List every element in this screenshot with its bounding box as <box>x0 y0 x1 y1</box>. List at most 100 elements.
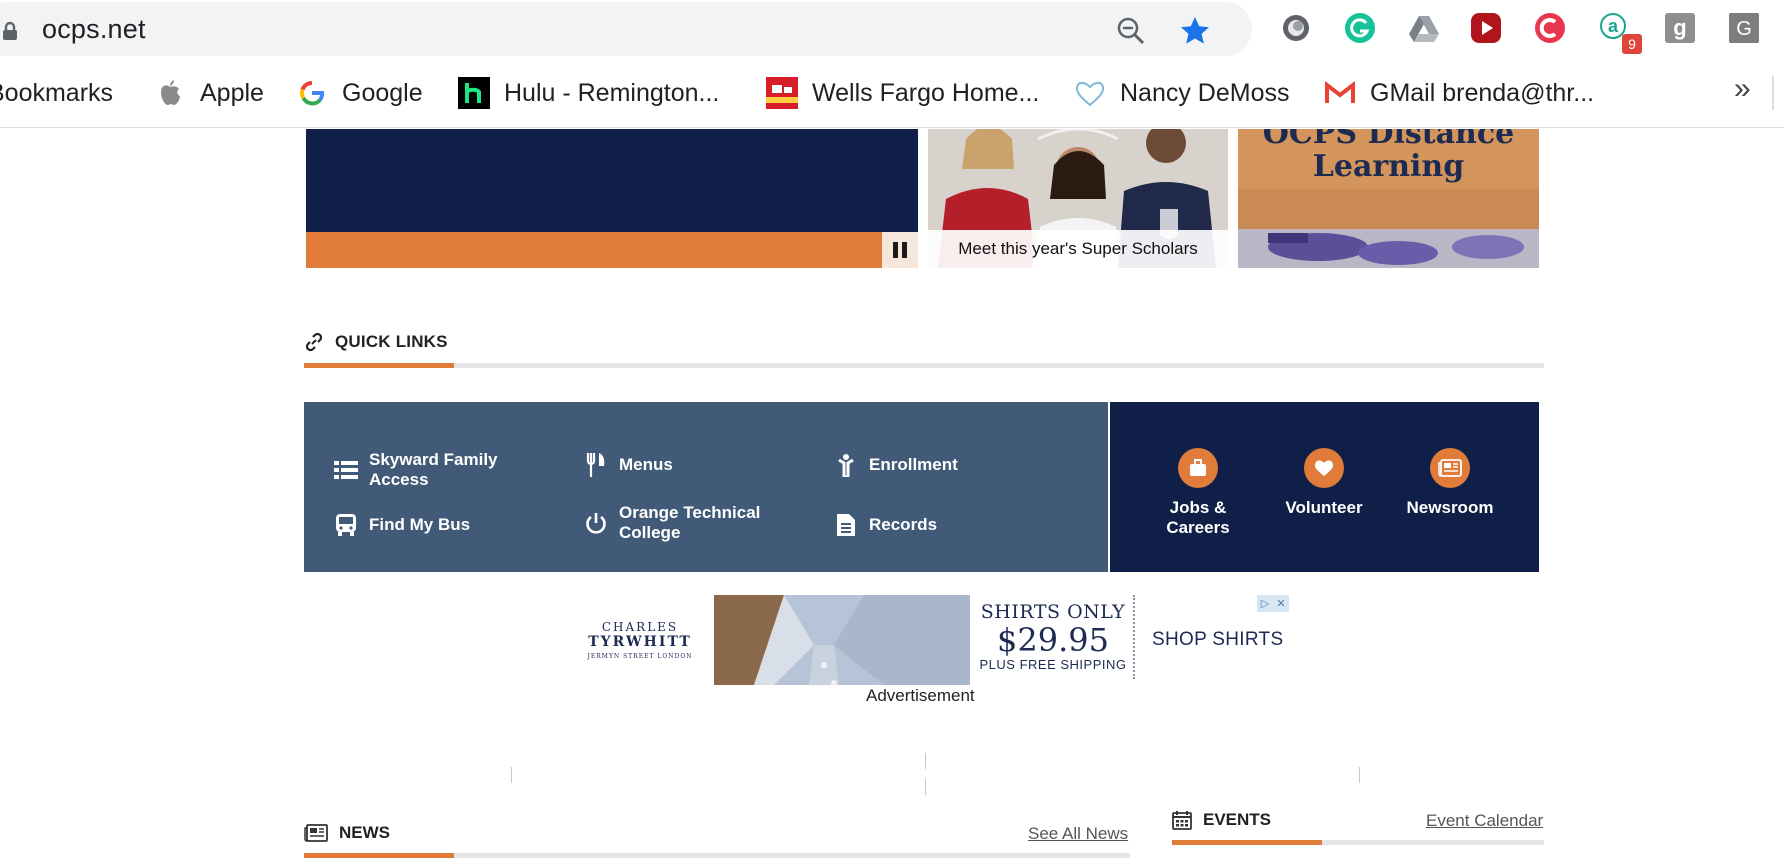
lock-icon <box>3 21 17 40</box>
list-icon <box>334 458 358 482</box>
ad-choices[interactable]: ▷ ✕ <box>1257 595 1289 612</box>
quick-link-records[interactable]: Records <box>834 513 937 537</box>
events-title: EVENTS <box>1203 810 1272 829</box>
super-scholars-card[interactable]: Meet this year's Super Scholars <box>928 129 1228 268</box>
news-title: NEWS <box>339 823 390 842</box>
distance-learning-card[interactable]: OCPS Distance Learning <box>1238 129 1539 268</box>
ad-brand-line1: CHARLES <box>601 620 679 634</box>
heart-icon <box>1304 448 1344 488</box>
quick-link-label: Skyward Family Access <box>369 450 498 489</box>
quick-link-menus[interactable]: Menus <box>584 453 673 477</box>
divider-tick <box>1359 767 1360 783</box>
quick-link-enrollment[interactable]: Enrollment <box>834 453 958 477</box>
bookmark-bookmarks[interactable]: Bookmarks <box>0 76 113 110</box>
ad-close-icon[interactable]: ✕ <box>1273 595 1289 612</box>
bookmark-apple[interactable]: Apple <box>154 76 264 110</box>
svg-text:G: G <box>1736 18 1752 40</box>
advertisement-banner[interactable]: CHARLES TYRWHITT JERMYN STREET LONDON SH… <box>565 595 1289 685</box>
distance-learning-title: OCPS Distance Learning <box>1262 129 1515 184</box>
heart-icon <box>1074 77 1106 109</box>
bookmark-nancy-demoss[interactable]: Nancy DeMoss <box>1074 76 1290 110</box>
pause-bar-left <box>893 242 898 258</box>
quick-links-title: QUICK LINKS <box>335 332 448 351</box>
quick-link-label: Menus <box>619 455 673 474</box>
bookmarks-bar: Bookmarks Apple Google Hulu - Remington.… <box>0 58 1784 128</box>
bookmark-label: Google <box>342 78 423 107</box>
youtube-extension-icon[interactable] <box>1470 12 1502 44</box>
featured-link-jobs-careers[interactable]: Jobs & Careers <box>1138 448 1258 538</box>
link-icon <box>305 332 323 352</box>
divider-tick <box>511 767 512 783</box>
ad-choices-icon[interactable]: ▷ <box>1257 595 1273 612</box>
bookmark-label: Bookmarks <box>0 78 114 107</box>
advertisement-label: Advertisement <box>866 686 975 705</box>
event-calendar-link[interactable]: Event Calendar <box>1426 811 1543 831</box>
page-content: Meet this year's Super Scholars OCPS Dis… <box>0 129 1784 868</box>
g-grey-extension-icon[interactable]: g <box>1664 12 1696 44</box>
shirt-photo <box>714 595 970 685</box>
charles-tyrwhitt-logo: CHARLES TYRWHITT JERMYN STREET LONDON <box>565 595 715 685</box>
wells-fargo-icon <box>766 77 798 109</box>
hero-slider[interactable] <box>306 129 918 232</box>
quick-links-panel: Skyward Family Access Menus Enrollment F… <box>304 402 1108 572</box>
apple-icon <box>154 77 186 109</box>
bus-icon <box>334 513 358 537</box>
see-all-news-link[interactable]: See All News <box>1028 824 1128 844</box>
address-bar[interactable]: ocps.net <box>0 2 1252 56</box>
ad-brand-line2: TYRWHITT <box>588 634 692 650</box>
pause-button[interactable] <box>882 232 918 268</box>
bookmarks-divider <box>1772 76 1774 110</box>
ad-offer: SHIRTS ONLY $29.95 PLUS FREE SHIPPING <box>978 601 1128 672</box>
ad-offer-line2: PLUS FREE SHIPPING <box>979 657 1127 672</box>
quick-link-find-my-bus[interactable]: Find My Bus <box>334 513 470 537</box>
hulu-icon <box>458 77 490 109</box>
zoom-out-icon[interactable] <box>1116 16 1146 46</box>
newspaper-icon <box>1430 448 1470 488</box>
url-text[interactable]: ocps.net <box>42 14 146 45</box>
google-drive-icon[interactable] <box>1408 12 1440 44</box>
shop-shirts-button[interactable]: SHOP SHIRTS <box>1152 629 1283 651</box>
svg-text:a: a <box>1608 16 1619 36</box>
bookmark-label: Wells Fargo Home... <box>812 78 1040 107</box>
divider-tick <box>925 779 926 795</box>
gmail-icon <box>1324 77 1356 109</box>
bookmark-hulu[interactable]: Hulu - Remington... <box>458 76 719 110</box>
quick-link-label: Find My Bus <box>369 515 471 534</box>
ad-offer-line1: SHIRTS ONLY <box>980 601 1126 623</box>
bookmark-gmail[interactable]: GMail brenda@thr... <box>1324 76 1594 110</box>
events-underline-accent <box>1172 840 1322 845</box>
grammarly-icon[interactable] <box>1344 12 1376 44</box>
bookmark-label: Nancy DeMoss <box>1120 78 1290 107</box>
quick-link-label: Orange Technical College <box>619 503 761 542</box>
featured-link-label: Volunteer <box>1285 498 1363 517</box>
quick-link-orange-technical-college[interactable]: Orange Technical College <box>584 503 774 543</box>
featured-link-volunteer[interactable]: Volunteer <box>1264 448 1384 518</box>
bookmark-star-icon[interactable] <box>1178 14 1212 48</box>
power-icon <box>584 511 608 535</box>
ad-brand-line3: JERMYN STREET LONDON <box>587 653 693 660</box>
events-header: EVENTS <box>1172 810 1271 830</box>
red-c-extension-icon[interactable] <box>1534 12 1566 44</box>
more-bookmarks-button[interactable]: » <box>1734 72 1751 106</box>
divider-tick <box>925 753 926 769</box>
browser-toolbar: ocps.net a 9 g G <box>0 0 1784 58</box>
featured-link-label: Newsroom <box>1406 498 1494 517</box>
extension-circle-icon[interactable] <box>1280 12 1312 44</box>
quick-links-underline-accent <box>304 363 454 368</box>
quick-link-skyward[interactable]: Skyward Family Access <box>334 450 534 490</box>
bookmark-google[interactable]: Google <box>296 76 423 110</box>
featured-link-label: Jobs & Careers <box>1166 498 1230 537</box>
ad-offer-price: $29.95 <box>997 621 1109 659</box>
super-scholars-caption[interactable]: Meet this year's Super Scholars <box>928 230 1228 268</box>
g-account-icon[interactable]: G <box>1728 12 1760 44</box>
bookmark-wells-fargo[interactable]: Wells Fargo Home... <box>766 76 1039 110</box>
featured-link-newsroom[interactable]: Newsroom <box>1390 448 1510 518</box>
news-underline-accent <box>304 853 454 858</box>
bookmark-label: GMail brenda@thr... <box>1370 78 1595 107</box>
calendar-icon <box>1172 811 1192 830</box>
featured-links-panel: Jobs & Careers Volunteer Newsroom <box>1110 402 1539 572</box>
quick-links-underline <box>304 363 1544 368</box>
utensils-icon <box>584 453 608 477</box>
document-icon <box>834 513 858 537</box>
bookmark-label: Hulu - Remington... <box>504 78 720 107</box>
